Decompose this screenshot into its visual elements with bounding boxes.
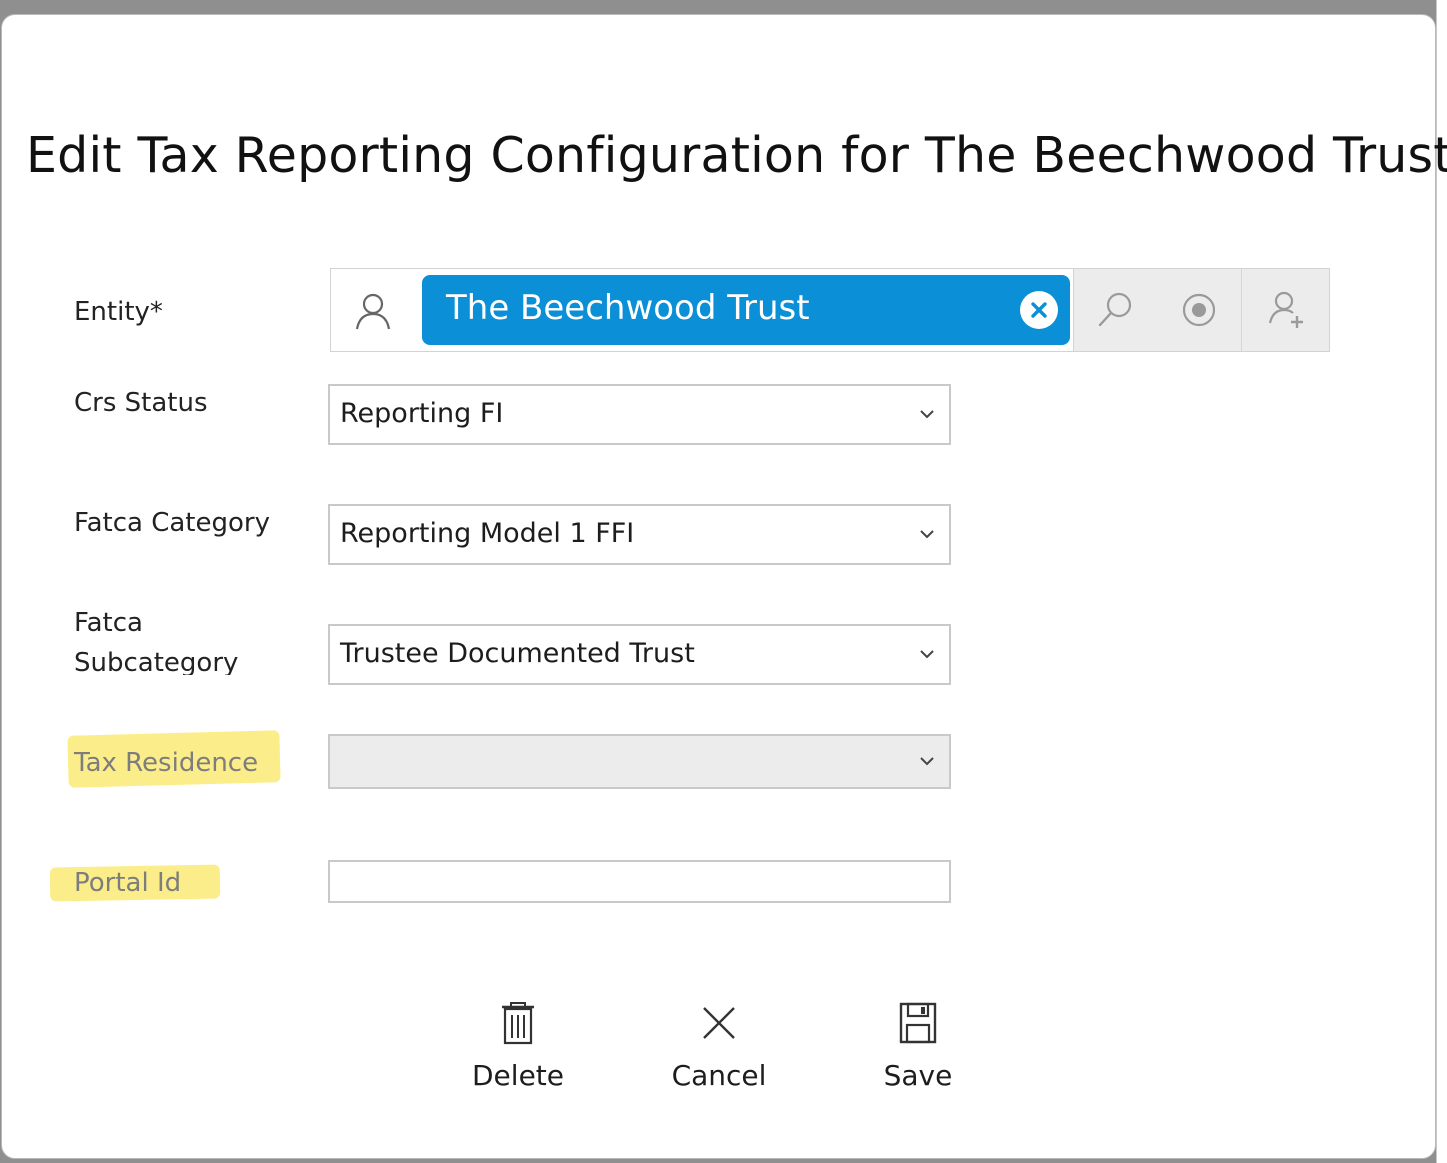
entity-label: Entity* <box>74 297 163 327</box>
cancel-label: Cancel <box>671 1059 767 1092</box>
save-icon <box>899 1002 937 1044</box>
save-label: Save <box>883 1059 953 1092</box>
fatca-subcategory-label-line2: Subcategory <box>74 648 239 675</box>
chevron-down-icon <box>920 410 934 419</box>
entity-picker: The Beechwood Trust <box>330 268 1330 352</box>
fatca-subcategory-label-line1: Fatca <box>74 608 143 638</box>
close-icon <box>703 1007 735 1039</box>
entity-selected-chip[interactable]: The Beechwood Trust <box>422 275 1070 345</box>
fatca-category-value: Reporting Model 1 FFI <box>340 518 635 549</box>
chevron-down-icon <box>920 650 934 659</box>
crs-status-select[interactable]: Reporting FI <box>328 384 951 445</box>
fatca-subcategory-value: Trustee Documented Trust <box>340 638 695 669</box>
edit-tax-config-dialog: Edit Tax Reporting Configuration for The… <box>1 14 1447 1159</box>
toolbar-divider <box>1241 269 1242 351</box>
crs-status-value: Reporting FI <box>340 398 504 429</box>
fatca-category-select[interactable]: Reporting Model 1 FFI <box>328 504 951 565</box>
cancel-button[interactable]: Cancel <box>649 1001 789 1111</box>
tax-residence-label: Tax Residence <box>74 748 259 778</box>
save-button[interactable]: Save <box>848 1001 988 1111</box>
entity-toolbar <box>1073 269 1329 351</box>
entity-value: The Beechwood Trust <box>446 288 810 328</box>
tax-residence-select[interactable] <box>328 734 951 789</box>
delete-label: Delete <box>472 1059 564 1092</box>
chevron-down-icon <box>920 757 934 766</box>
portal-id-input[interactable] <box>328 860 951 903</box>
crs-status-label: Crs Status <box>74 388 208 418</box>
dialog-title: Edit Tax Reporting Configuration for The… <box>26 127 1447 184</box>
person-icon <box>353 291 393 331</box>
search-icon[interactable] <box>1092 287 1138 333</box>
clear-icon[interactable] <box>1020 291 1058 329</box>
add-person-icon[interactable] <box>1264 287 1310 333</box>
target-icon[interactable] <box>1176 287 1222 333</box>
fatca-subcategory-select[interactable]: Trustee Documented Trust <box>328 624 951 685</box>
fatca-category-label: Fatca Category <box>74 508 270 538</box>
delete-button[interactable]: Delete <box>448 1001 588 1111</box>
trash-icon <box>502 1002 534 1045</box>
portal-id-label: Portal Id <box>74 868 182 898</box>
chevron-down-icon <box>920 530 934 539</box>
